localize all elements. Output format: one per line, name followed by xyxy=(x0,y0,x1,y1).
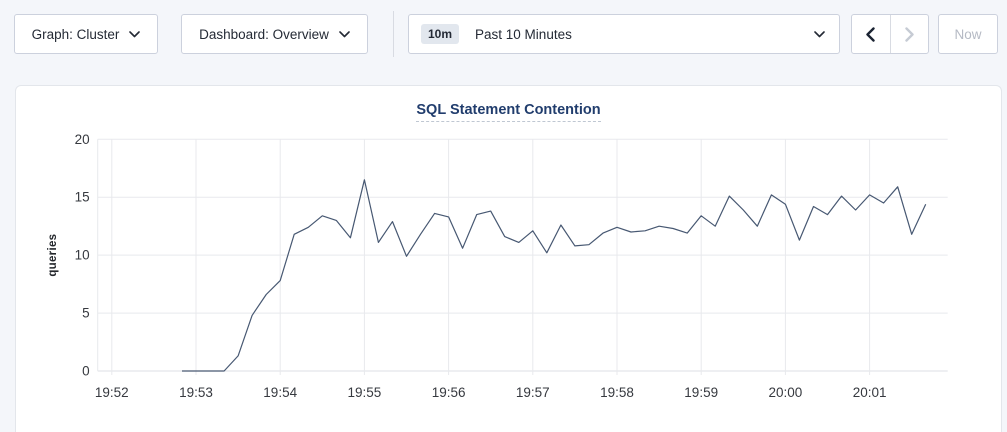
chevron-right-icon xyxy=(905,27,914,42)
sql-statement-contention-chart: 0 5 10 15 20 19:52 19:53 19:54 19:55 19:56 19:57 19… xyxy=(16,86,1003,426)
time-window-label: Past 10 Minutes xyxy=(475,27,814,42)
svg-text:5: 5 xyxy=(82,306,90,321)
svg-text:19:57: 19:57 xyxy=(516,385,550,400)
chevron-left-icon xyxy=(866,27,875,42)
svg-text:19:59: 19:59 xyxy=(684,385,718,400)
svg-text:queries: queries xyxy=(47,234,59,277)
now-button[interactable]: Now xyxy=(938,14,998,54)
svg-text:19:52: 19:52 xyxy=(95,385,129,400)
svg-text:15: 15 xyxy=(75,190,90,205)
svg-text:19:56: 19:56 xyxy=(432,385,466,400)
svg-text:20:01: 20:01 xyxy=(853,385,887,400)
svg-text:19:54: 19:54 xyxy=(263,385,297,400)
svg-text:19:53: 19:53 xyxy=(179,385,213,400)
svg-text:0: 0 xyxy=(82,364,90,379)
chart-panel: SQL Statement Contention 0510152019:5219… xyxy=(15,85,1002,432)
chevron-down-icon xyxy=(339,31,350,38)
graph-selector-label: Graph: Cluster xyxy=(32,27,120,42)
time-range-dropdown[interactable]: 10m Past 10 Minutes xyxy=(408,14,840,54)
time-step-buttons xyxy=(851,14,929,54)
svg-text:20:00: 20:00 xyxy=(769,385,803,400)
metrics-toolbar: Graph: Cluster Dashboard: Overview 10m P… xyxy=(0,0,1007,68)
graph-selector-dropdown[interactable]: Graph: Cluster xyxy=(14,14,158,54)
chevron-down-icon xyxy=(129,31,140,38)
svg-text:19:58: 19:58 xyxy=(600,385,634,400)
chevron-down-icon xyxy=(814,31,825,38)
dashboard-selector-dropdown[interactable]: Dashboard: Overview xyxy=(181,14,368,54)
previous-time-button[interactable] xyxy=(852,15,890,53)
svg-text:20: 20 xyxy=(75,132,90,147)
time-window-badge: 10m xyxy=(421,24,459,44)
toolbar-divider xyxy=(393,11,394,57)
svg-text:19:55: 19:55 xyxy=(348,385,382,400)
dashboard-selector-label: Dashboard: Overview xyxy=(199,27,329,42)
next-time-button[interactable] xyxy=(890,15,929,53)
svg-text:10: 10 xyxy=(75,248,90,263)
now-button-label: Now xyxy=(954,27,981,42)
